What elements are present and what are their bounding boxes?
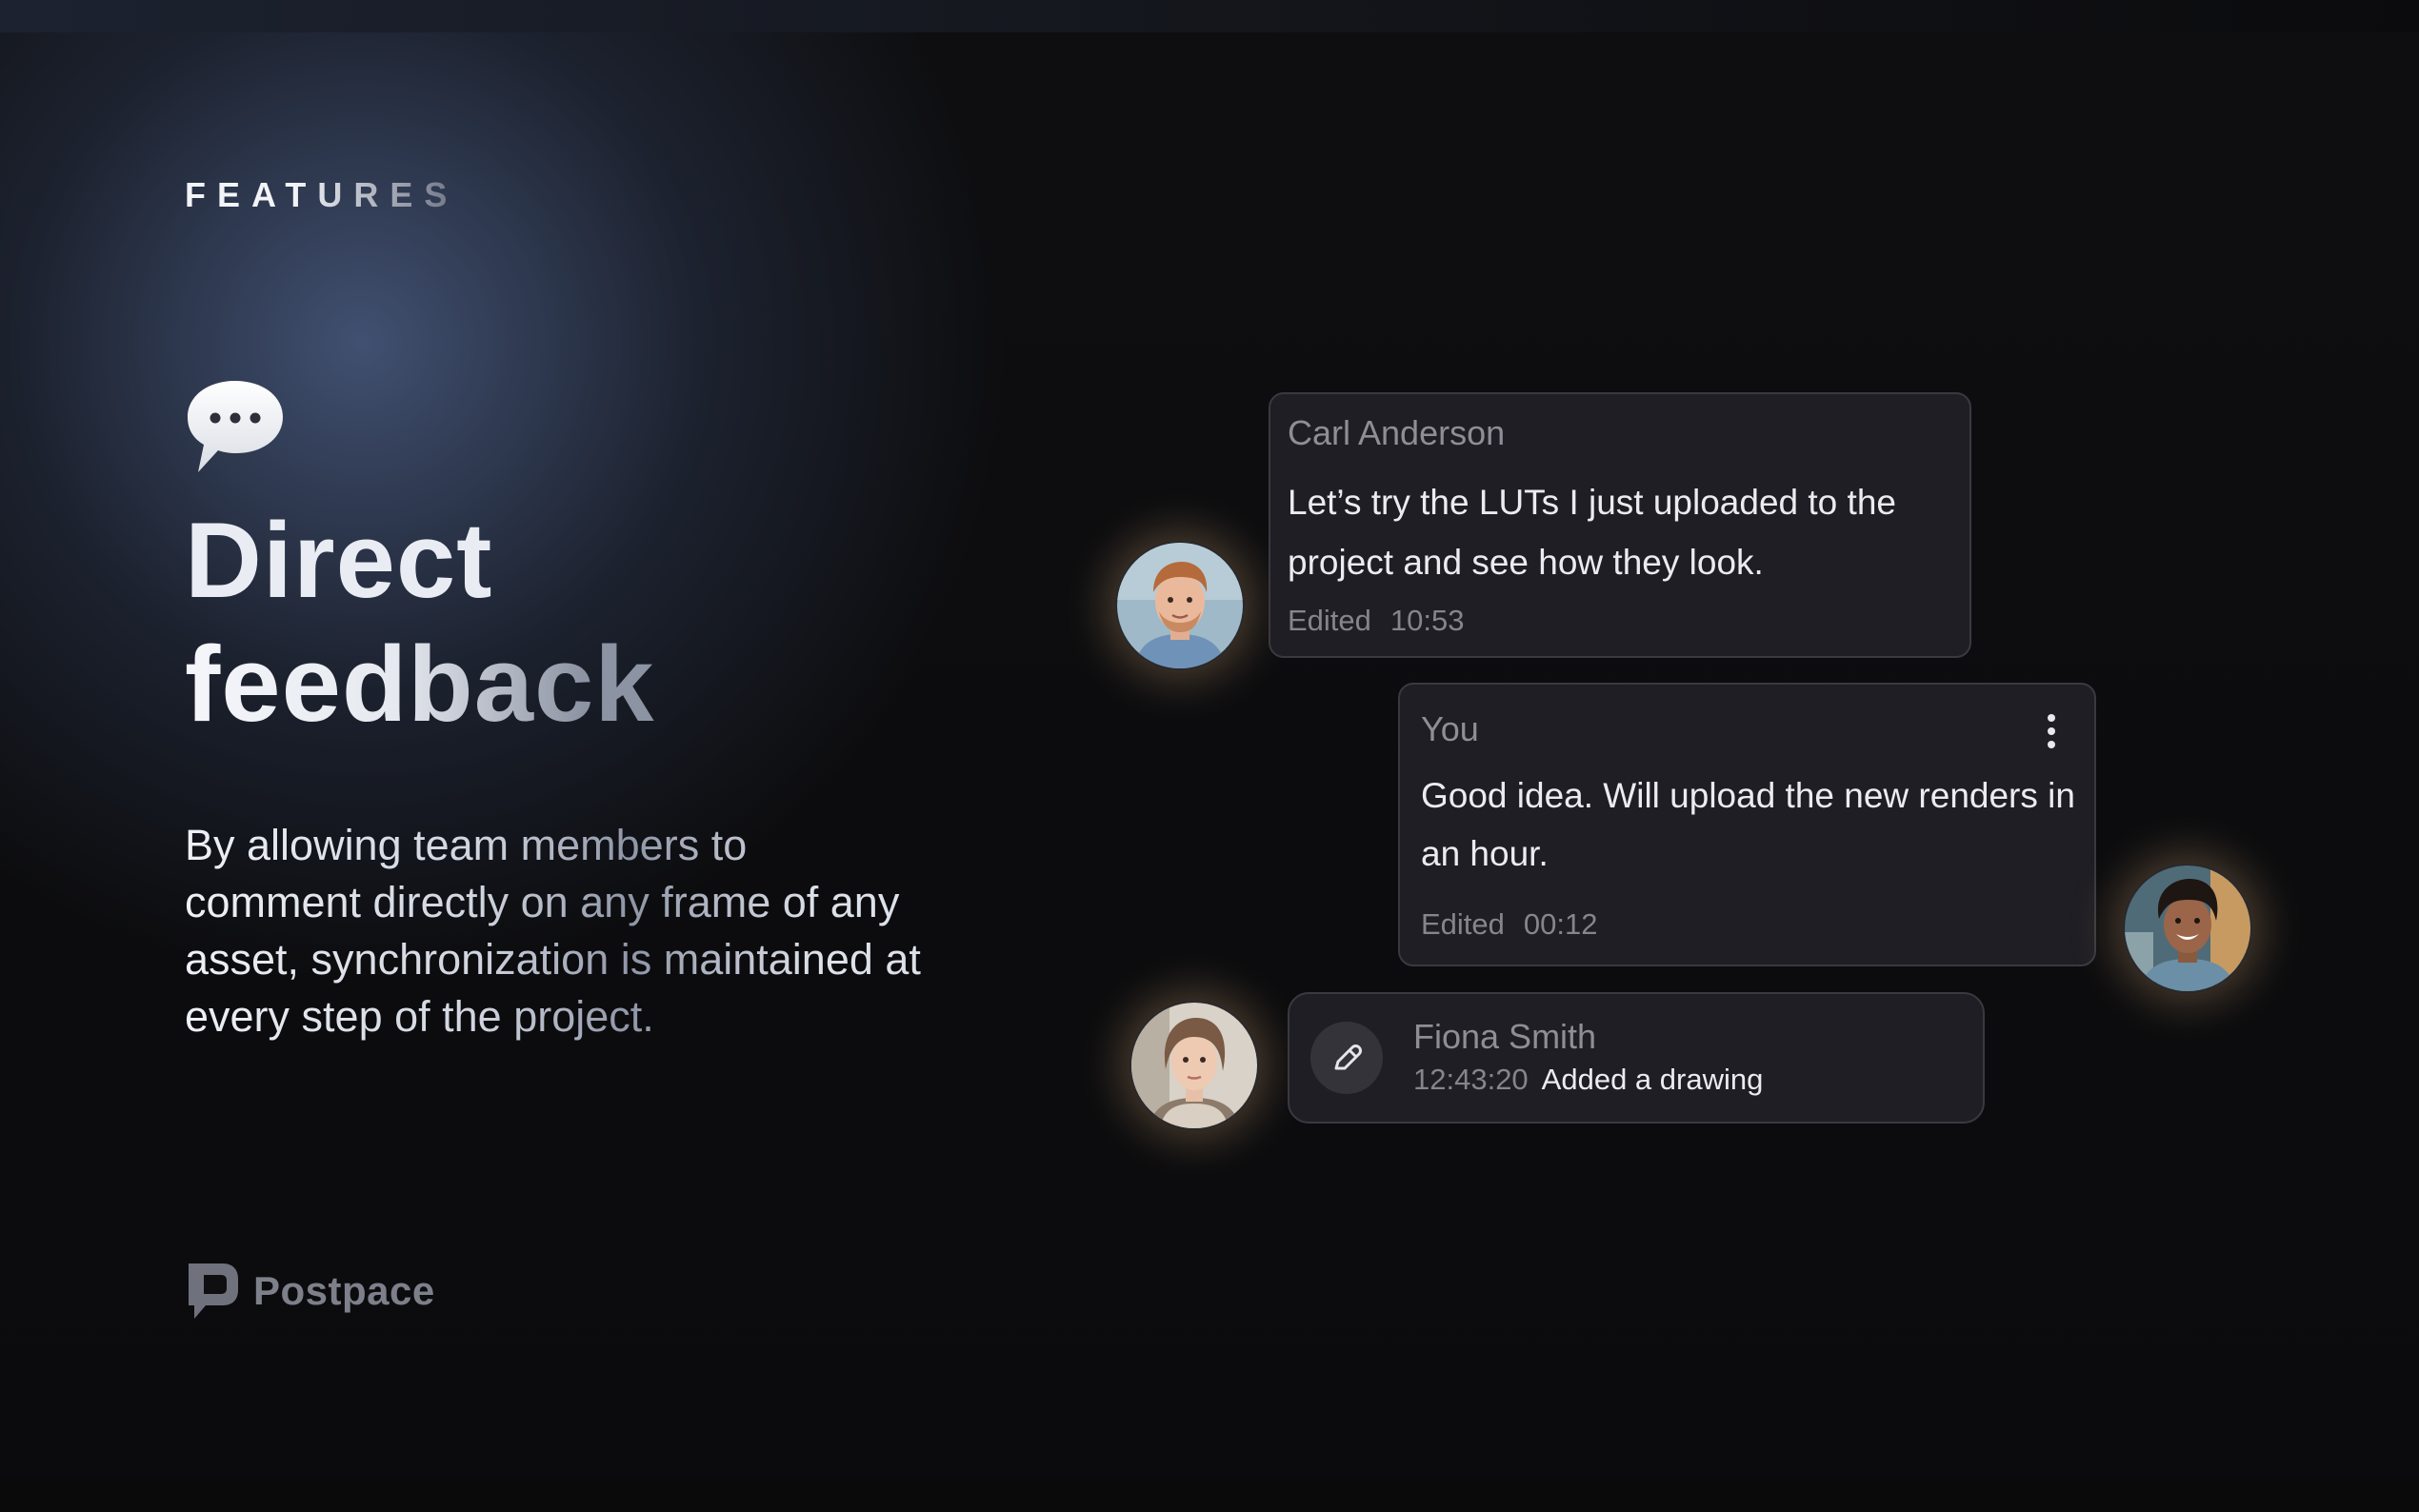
postpace-logo-icon xyxy=(189,1263,238,1319)
avatar-fiona-smith xyxy=(1130,1001,1259,1130)
brand-logo: Postpace xyxy=(185,1259,435,1323)
comment-card-carl[interactable]: Carl Anderson Let’s try the LUTs I just … xyxy=(1269,392,1971,658)
activity-time: 12:43:20 xyxy=(1413,1063,1529,1096)
title-line-1: Direct xyxy=(185,501,493,620)
comment-author: Carl Anderson xyxy=(1288,413,1506,452)
section-eyebrow: FEATURES xyxy=(185,175,459,214)
comment-meta: Edited 00:12 xyxy=(1421,907,1597,942)
activity-action: Added a drawing xyxy=(1541,1063,1764,1096)
title-line-2: feedback xyxy=(185,623,655,746)
comment-card-you[interactable]: You Good idea. Will upload the new rende… xyxy=(1398,683,2096,966)
activity-details: 12:43:20 Added a drawing xyxy=(1413,1063,1763,1097)
edited-label: Edited xyxy=(1288,604,1371,637)
activity-author: Fiona Smith xyxy=(1413,1017,1597,1056)
comment-message: Let’s try the LUTs I just uploaded to th… xyxy=(1288,483,1896,582)
pencil-icon xyxy=(1310,1022,1383,1094)
edited-label: Edited xyxy=(1421,907,1505,941)
brand-name: Postpace xyxy=(253,1268,435,1313)
activity-card-fiona[interactable]: Fiona Smith 12:43:20 Added a drawing xyxy=(1288,992,1985,1124)
avatar-you xyxy=(2123,864,2252,993)
bottom-bar xyxy=(0,1478,2419,1512)
page-title: Direct feedback xyxy=(185,499,655,746)
comment-message: Good idea. Will upload the new renders i… xyxy=(1421,776,2075,873)
avatar-image xyxy=(2125,865,2250,991)
speech-bubble-icon xyxy=(188,381,283,472)
top-bar xyxy=(0,0,2419,32)
avatar-image xyxy=(1131,1003,1257,1128)
comment-author: You xyxy=(1421,709,1479,748)
more-vertical-icon[interactable] xyxy=(2040,707,2063,755)
feature-description: By allowing team members to comment dire… xyxy=(185,817,928,1045)
comment-time: 00:12 xyxy=(1523,907,1598,941)
comment-meta: Edited 10:53 xyxy=(1288,604,1464,638)
comment-time: 10:53 xyxy=(1389,604,1465,637)
avatar-carl-anderson xyxy=(1115,541,1245,670)
feature-slide: FEATURES Direct feedback By allowing tea… xyxy=(0,0,2419,1512)
avatar-image xyxy=(1117,543,1243,668)
